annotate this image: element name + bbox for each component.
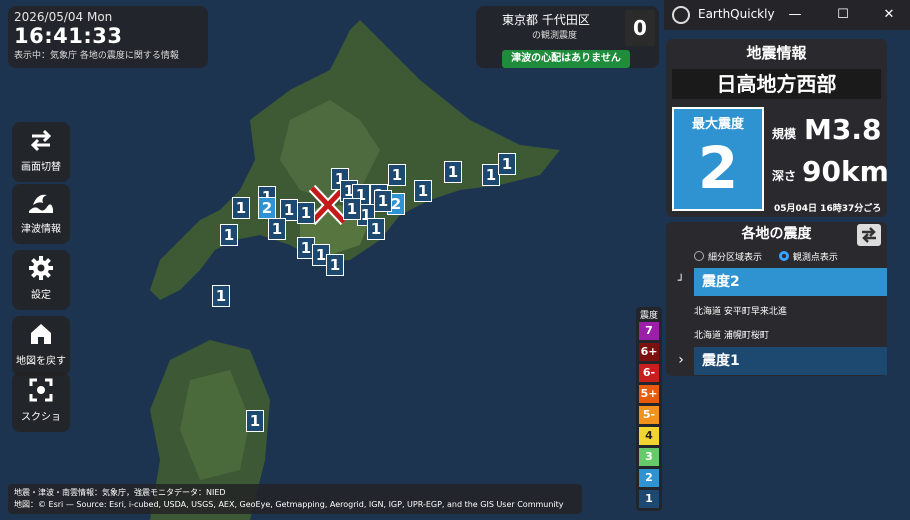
depth-value: 90km [802,155,889,188]
refresh-button[interactable] [857,224,881,246]
maximize-button[interactable]: ☐ [832,4,854,26]
intensity-marker[interactable]: 1 [326,254,344,276]
window-titlebar: EarthQuickly — ☐ ✕ [664,0,910,30]
origin-time: 05月04日 16時37分ごろ [774,204,882,214]
refresh-icon [862,227,876,243]
intensity-marker[interactable]: 1 [246,410,264,432]
tsunami-badge: 津波の心配はありません [502,50,630,68]
settings-label: 設定 [31,290,51,301]
date-text: 2026/05/04 Mon [14,10,113,24]
epicenter-region: 日高地方西部 [672,69,881,99]
max-intensity-label: 最大震度 [691,117,744,132]
intensity-marker[interactable]: 1 [268,218,286,240]
area-radio[interactable] [694,251,704,261]
station-radio[interactable] [778,251,789,261]
minimize-button[interactable]: — [784,4,806,26]
intensity-marker[interactable]: 1 [367,218,385,240]
clock-panel: 2026/05/04 Mon 16:41:33 表示中：気象庁 各地の震度に関す… [8,6,208,68]
home-icon [12,316,70,352]
intensity-marker[interactable]: 1 [297,202,315,224]
legend-level: 6- [639,364,659,382]
station-option[interactable]: 観測点表示 [778,251,838,263]
app-name: EarthQuickly [698,7,775,21]
depth-label: 深さ [772,169,797,183]
legend-level: 1 [639,490,659,508]
intensity-marker[interactable]: 1 [212,285,230,307]
intensity-marker[interactable]: 1 [388,164,406,186]
screen-switch-button[interactable]: 画面切替 [12,122,70,182]
intensity-legend: 震度 7 6+ 6- 5+ 5- 4 3 2 1 [636,307,662,511]
magnitude-label: 規模 [772,127,797,141]
station-option-label: 観測点表示 [792,253,838,263]
eq-info-heading: 地震情報 [746,44,807,62]
intensity-marker[interactable]: 2 [258,197,276,219]
swap-arrows-icon [12,122,70,158]
intensity-2-point: 北海道 浦幌町桜町 [694,331,769,341]
intensity-marker[interactable]: 1 [414,180,432,202]
gear-icon [12,250,70,286]
legend-level: 3 [639,448,659,466]
legend-level: 5- [639,406,659,424]
legend-level: 6+ [639,343,659,361]
legend-title: 震度 [639,311,658,321]
reset-map-label: 地図を戻す [16,356,66,367]
max-intensity-value: 2 [697,134,739,202]
magnitude-value: M3.8 [804,113,882,146]
observation-panel: 東京都 千代田区 の観測震度 0 津波の心配はありません [476,6,659,68]
expand-icon[interactable]: › [672,352,690,368]
intensity-marker[interactable]: 1 [232,197,250,219]
intensity-1-header[interactable]: 震度1 [694,347,887,375]
tsunami-info-button[interactable]: 津波情報 [12,184,70,244]
intensity-marker[interactable]: 1 [220,224,238,246]
legend-level: 5+ [639,385,659,403]
max-intensity-box: 最大震度 2 [672,107,764,211]
observation-value: 0 [625,10,655,46]
intensity-marker[interactable]: 1 [343,198,361,220]
intensity-2-point: 北海道 安平町早来北進 [694,307,787,317]
area-option[interactable]: 細分区域表示 [694,251,763,263]
time-text: 16:41:33 [14,24,123,48]
attribution-map: 地図：© Esri — Source: Esri, i-cubed, USDA,… [14,500,564,509]
intensity-marker[interactable]: 1 [444,161,462,183]
legend-level: 4 [639,427,659,445]
screenshot-label: スクショ [21,412,61,423]
screenshot-button[interactable]: スクショ [12,372,70,432]
attribution: 地震・津波・南雲情報：気象庁，強震モニタデータ：NIED 地図：© Esri —… [8,484,582,514]
screenshot-icon [12,372,70,408]
settings-button[interactable]: 設定 [12,250,70,310]
reset-map-button[interactable]: 地図を戻す [12,316,70,376]
display-options: 細分区域表示 観測点表示 [694,250,838,263]
observation-label: の観測震度 [532,31,578,41]
regional-heading: 各地の震度 [741,226,812,242]
status-text: 表示中：気象庁 各地の震度に関する情報 [14,51,179,61]
close-button[interactable]: ✕ [878,4,900,26]
area-option-label: 細分区域表示 [708,253,763,263]
legend-level: 7 [639,322,659,340]
legend-level: 2 [639,469,659,487]
wave-icon [12,184,70,220]
screen-switch-label: 画面切替 [21,162,61,173]
attribution-data: 地震・津波・南雲情報：気象庁，強震モニタデータ：NIED [14,488,226,497]
collapse-icon[interactable]: ┘ [672,274,690,287]
intensity-marker[interactable]: 1 [374,190,392,212]
observation-location: 東京都 千代田区 [502,13,590,27]
intensity-marker[interactable]: 1 [498,153,516,175]
app-logo-icon [672,6,690,24]
intensity-2-header[interactable]: 震度2 [694,268,887,296]
tsunami-info-label: 津波情報 [21,224,61,235]
earthquake-info-panel: 地震情報 日高地方西部 最大震度 2 規模 M3.8 深さ 90km 05月04… [666,39,889,217]
